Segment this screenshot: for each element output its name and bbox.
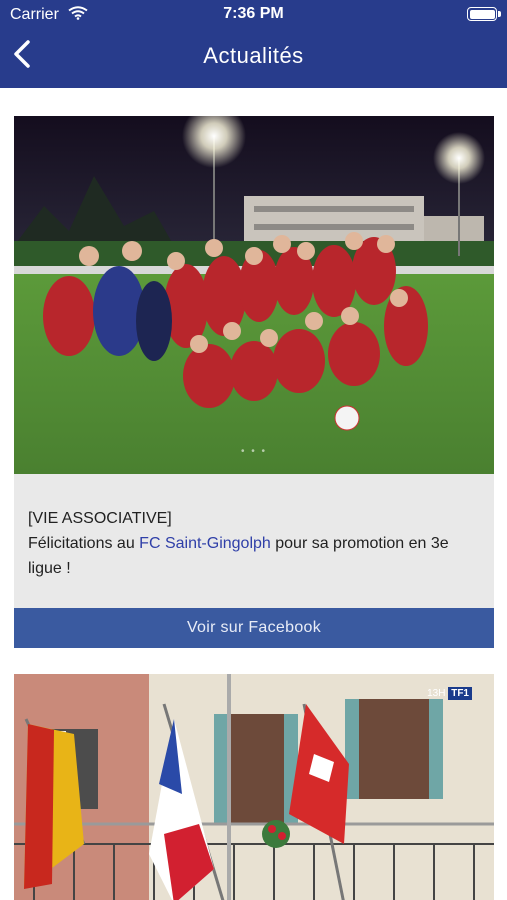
post-body: Félicitations au FC Saint-Gingolph pour …	[28, 531, 484, 581]
clock: 7:36 PM	[223, 5, 284, 22]
tv-badge: 13H TF1	[427, 687, 472, 700]
post-category: [VIE ASSOCIATIVE]	[28, 510, 172, 527]
news-card: 13H TF1	[14, 674, 494, 900]
view-on-facebook-button[interactable]: Voir sur Facebook	[14, 608, 494, 648]
nav-header: Carrier 7:36 PM Actualités	[0, 0, 507, 88]
carousel-dots: • • •	[240, 446, 268, 457]
post-photo[interactable]: 13H TF1	[14, 674, 494, 900]
post-photo[interactable]: • • •	[14, 116, 494, 474]
post-text: [VIE ASSOCIATIVE] Félicitations au FC Sa…	[28, 506, 484, 581]
status-bar: Carrier 7:36 PM	[0, 0, 507, 30]
tv-badge-time: 13H	[427, 688, 446, 699]
battery-tip	[498, 11, 501, 17]
battery-icon	[467, 7, 497, 21]
news-card: • • • [VIE ASSOCIATIVE] Félicitations au…	[14, 116, 494, 648]
post-body-start: Félicitations au	[28, 535, 140, 552]
club-link[interactable]: FC Saint-Gingolph	[139, 535, 271, 552]
news-feed[interactable]: • • • [VIE ASSOCIATIVE] Félicitations au…	[0, 88, 507, 900]
tv-badge-channel: TF1	[448, 687, 472, 700]
page-title: Actualités	[203, 43, 304, 68]
